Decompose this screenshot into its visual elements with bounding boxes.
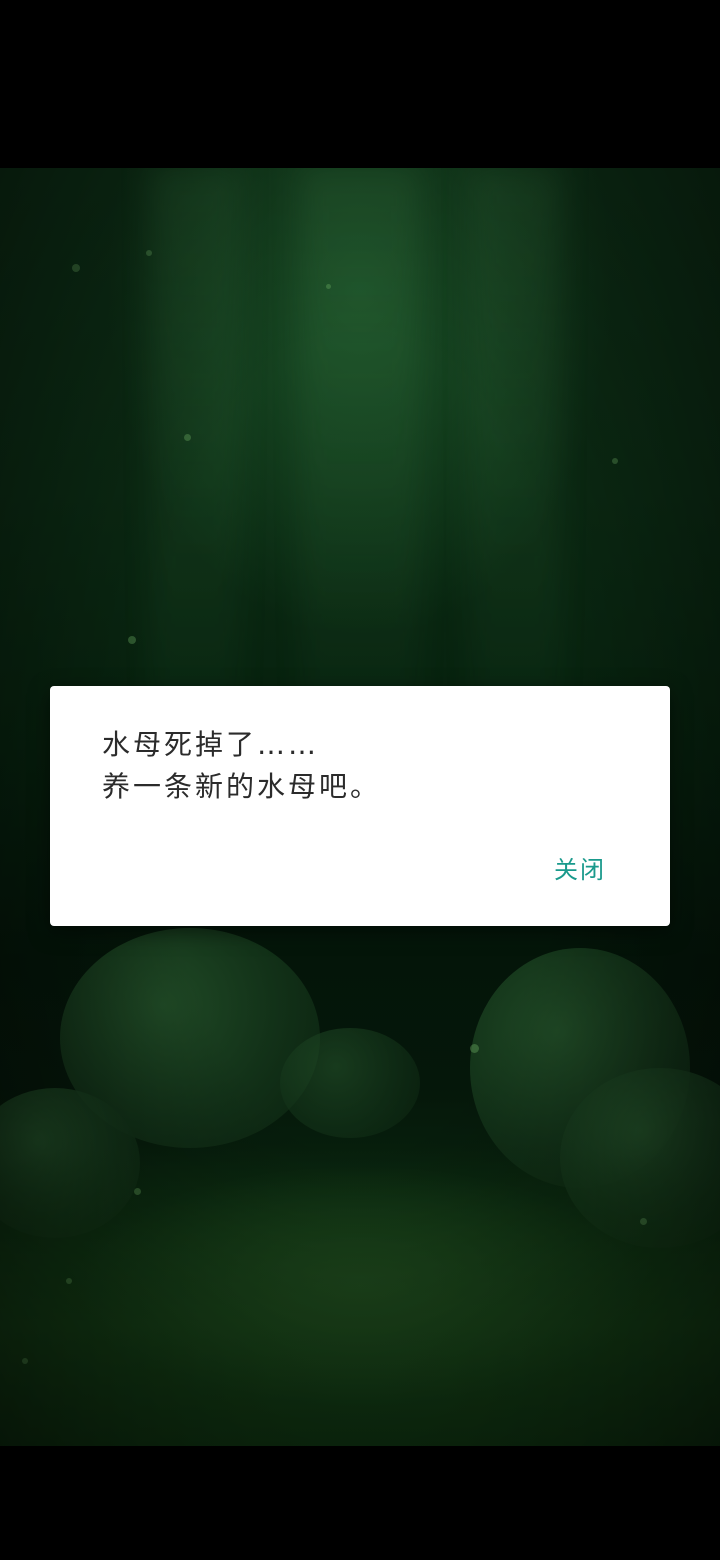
bottom-black-bar bbox=[0, 1446, 720, 1560]
top-black-bar bbox=[0, 0, 720, 168]
dialog-message-line: 水母死掉了…… bbox=[102, 728, 320, 761]
dialog-message-line: 养一条新的水母吧。 bbox=[102, 770, 382, 803]
dialog-message: 水母死掉了…… 养一条新的水母吧。 bbox=[102, 724, 622, 808]
jellyfish-died-dialog: 水母死掉了…… 养一条新的水母吧。 关闭 bbox=[50, 686, 670, 926]
close-button[interactable]: 关闭 bbox=[548, 846, 612, 889]
